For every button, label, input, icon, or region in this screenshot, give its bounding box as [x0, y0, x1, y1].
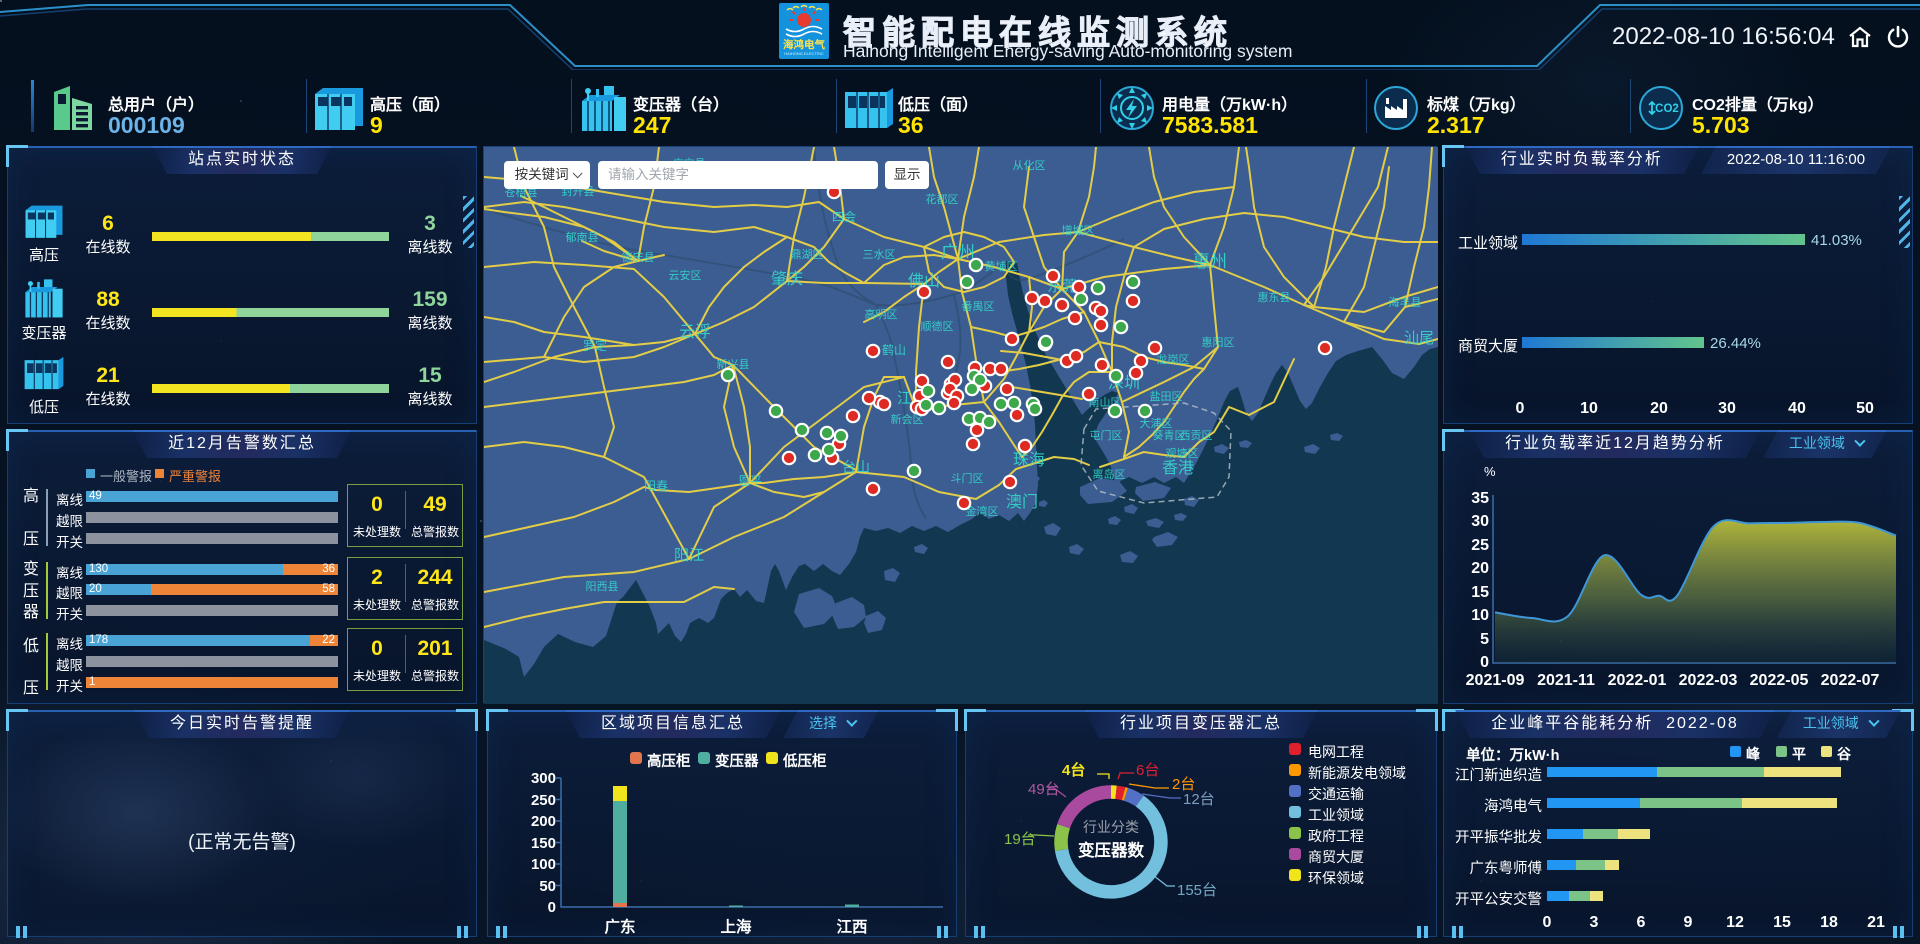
svg-text:台山: 台山 — [842, 459, 870, 475]
svg-text:斗门区: 斗门区 — [951, 471, 984, 485]
svg-text:阳江: 阳江 — [674, 547, 704, 564]
svg-text:花都区: 花都区 — [926, 193, 959, 206]
svg-text:CO2: CO2 — [1655, 103, 1679, 115]
svg-text:郁南县: 郁南县 — [566, 230, 599, 244]
svg-text:香港: 香港 — [1162, 459, 1194, 477]
svg-text:番禺区: 番禺区 — [962, 300, 995, 313]
svg-text:德庆县: 德庆县 — [622, 250, 655, 264]
svg-text:惠东县: 惠东县 — [1258, 290, 1291, 304]
svg-text:屯门区: 屯门区 — [1090, 428, 1123, 442]
svg-text:澳门: 澳门 — [1006, 493, 1038, 511]
svg-text:恩平: 恩平 — [738, 474, 762, 488]
svg-text:从化区: 从化区 — [1013, 158, 1046, 172]
svg-text:观塘区: 观塘区 — [1166, 446, 1199, 460]
svg-text:汕尾: 汕尾 — [1404, 330, 1434, 347]
svg-text:珠海: 珠海 — [1013, 451, 1045, 469]
svg-text:三水区: 三水区 — [863, 248, 896, 261]
svg-text:离岛区: 离岛区 — [1093, 467, 1126, 481]
svg-text:盐田区: 盐田区 — [1150, 390, 1183, 403]
svg-text:新兴县: 新兴县 — [717, 357, 750, 371]
svg-text:罗定: 罗定 — [583, 338, 607, 353]
svg-text:四会: 四会 — [832, 210, 856, 224]
svg-text:鼎湖区: 鼎湖区 — [791, 248, 824, 261]
svg-text:龙岗区: 龙岗区 — [1157, 353, 1190, 366]
svg-text:云安区: 云安区 — [669, 268, 702, 282]
svg-text:高明区: 高明区 — [865, 307, 898, 321]
svg-text:HAIHONG ELECTRIC: HAIHONG ELECTRIC — [784, 51, 824, 56]
svg-text:海鸿电气: 海鸿电气 — [783, 38, 825, 51]
svg-text:黄埔区: 黄埔区 — [985, 259, 1018, 273]
svg-text:阳西县: 阳西县 — [586, 580, 619, 593]
svg-text:肇庆: 肇庆 — [771, 270, 803, 288]
svg-text:惠阳区: 惠阳区 — [1202, 335, 1235, 349]
svg-text:广州: 广州 — [941, 243, 975, 262]
svg-text:西贡区: 西贡区 — [1180, 430, 1213, 442]
svg-text:顺德区: 顺德区 — [921, 319, 954, 333]
svg-text:增城区: 增城区 — [1062, 223, 1095, 237]
svg-text:鹤山: 鹤山 — [882, 342, 906, 357]
svg-text:海丰县: 海丰县 — [1389, 295, 1422, 309]
svg-text:惠州: 惠州 — [1193, 252, 1227, 271]
svg-text:阳春: 阳春 — [644, 479, 668, 493]
svg-text:云浮: 云浮 — [679, 323, 711, 341]
